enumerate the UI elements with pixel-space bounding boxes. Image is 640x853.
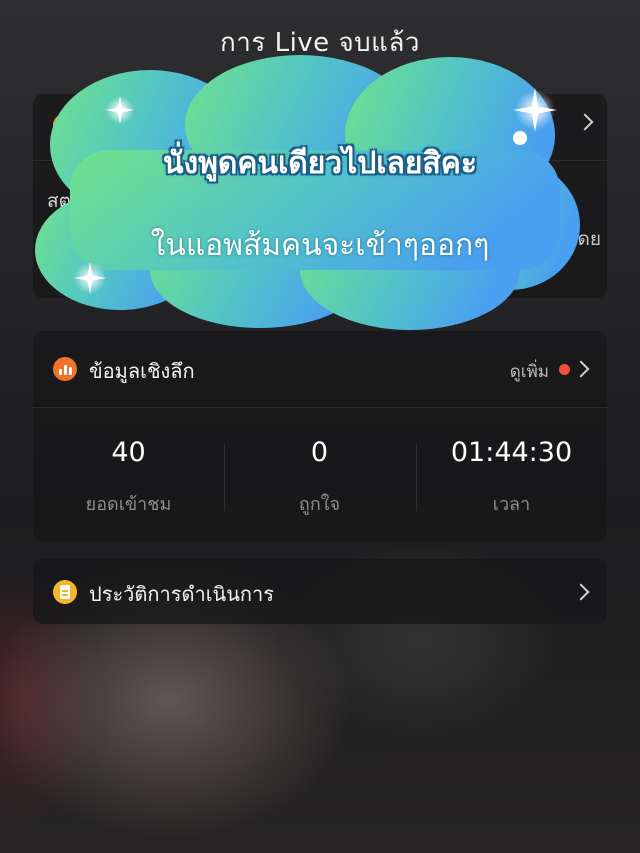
chevron-right-icon[interactable] — [572, 360, 590, 378]
stat-likes: 0 ถูกใจ — [224, 407, 415, 542]
stat-label: ถูกใจ — [298, 494, 341, 515]
stat-label: ยอดเข้าชม — [85, 494, 172, 515]
bar-chart-icon — [53, 357, 77, 381]
stat-label: เวลา — [492, 494, 531, 515]
stat-value: 0 — [310, 437, 329, 468]
stat-duration: 01:44:30 เวลา — [416, 407, 607, 542]
history-row[interactable]: ประวัติการดำเนินการ — [33, 559, 607, 624]
history-title: ประวัติการดำเนินการ — [89, 582, 274, 606]
overlay-caption-line1: นั่งพูดคนเดียวไปเลยสิคะ — [163, 146, 477, 181]
stat-viewers: 40 ยอดเข้าชม — [33, 407, 224, 542]
insights-header[interactable]: ข้อมูลเชิงลึก ดูเพิ่ม — [33, 331, 607, 408]
overlay-caption-line2: ในแอพส้มคนจะเข้าๆออกๆ — [150, 228, 490, 263]
page-title: การ Live จบแล้ว — [220, 28, 420, 58]
summary-left-text: สต — [47, 190, 71, 212]
notification-dot — [559, 364, 570, 375]
summary-icon — [53, 114, 75, 136]
see-more-link[interactable]: ดูเพิ่ม — [510, 358, 549, 385]
insights-card: ข้อมูลเชิงลึก ดูเพิ่ม 40 ยอดเข้าชม 0 ถูก… — [33, 331, 607, 542]
clipboard-icon — [53, 580, 77, 604]
chevron-right-icon[interactable] — [572, 583, 590, 601]
stat-value: 40 — [111, 437, 146, 468]
stat-value: 01:44:30 — [450, 437, 573, 468]
insights-title: ข้อมูลเชิงลึก — [89, 359, 195, 383]
chevron-right-icon[interactable] — [576, 113, 594, 131]
